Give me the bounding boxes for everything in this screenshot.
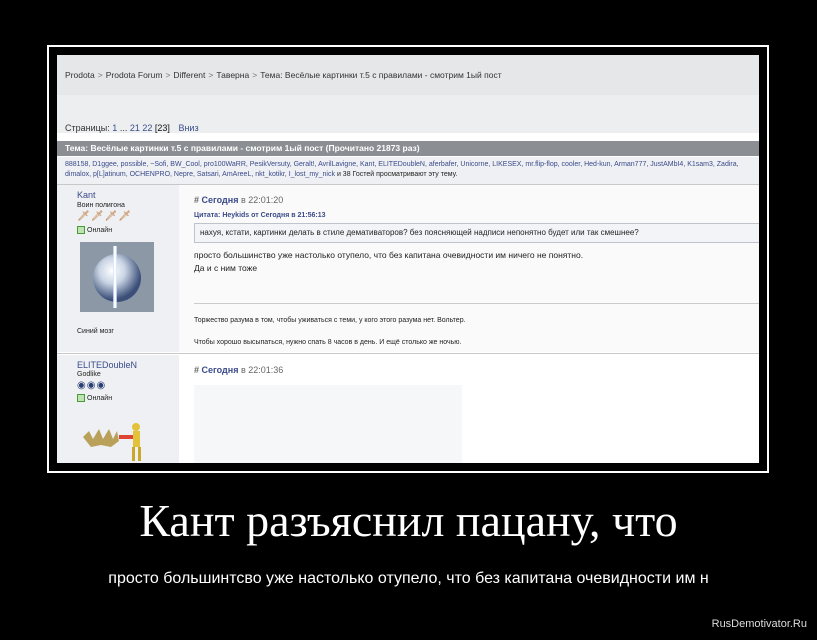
permalink-hash-icon[interactable]: # <box>194 365 199 375</box>
post-kant-user-label: Синий мозг <box>77 328 114 335</box>
breadcrumb-separator: > <box>252 70 258 80</box>
post-elitedoublen-rank: Godlike <box>77 371 101 378</box>
post-kant-body-line1: просто большинство уже настолько отупело… <box>194 250 584 260</box>
post-elitedoublen-image <box>194 385 462 463</box>
breadcrumb: Prodota > Prodota Forum > Different > Таверна >… <box>65 70 502 80</box>
page-link-21[interactable]: 21 <box>130 123 140 133</box>
breadcrumb-tavern[interactable]: Таверна <box>216 70 249 80</box>
pagination-label: Страницы: <box>65 123 110 133</box>
post-date-bold: Сегодня <box>201 195 239 205</box>
demotivator-frame: Prodota > Prodota Forum > Different > Таверна >… <box>47 45 769 473</box>
post-kant-header: # Сегодня в 22:01:20 <box>194 195 283 205</box>
caption-title: Кант разъяснил пацану, что <box>139 495 678 546</box>
hero-figure-icon <box>83 423 141 461</box>
online-label: Онлайн <box>87 394 113 402</box>
rank-stars-icon: ◉◉◉ <box>77 380 107 391</box>
post-kant-username[interactable]: Kant <box>77 190 96 200</box>
breadcrumb-forum[interactable]: Prodota Forum <box>106 70 163 80</box>
scroll-down-link[interactable]: Вниз <box>178 123 198 133</box>
viewer-count: и 38 Гостей просматривают эту тему. <box>336 171 458 178</box>
page-link-1[interactable]: 1 <box>112 123 117 133</box>
online-label: Онлайн <box>87 226 113 234</box>
breadcrumb-prodota[interactable]: Prodota <box>65 70 95 80</box>
post-date-bold: Сегодня <box>201 365 239 375</box>
site-watermark: RusDemotivator.Ru <box>711 618 807 630</box>
post-kant-online-status: Онлайн <box>77 226 112 234</box>
pagination: Страницы: 1 ... 21 22 [23] Вниз <box>65 123 199 133</box>
online-indicator-icon <box>77 226 85 234</box>
page-link-22[interactable]: 22 <box>142 123 152 133</box>
topic-title-bar: Тема: Весёлые картинки т.5 с правилами -… <box>57 141 759 156</box>
divider <box>57 353 759 354</box>
breadcrumb-different[interactable]: Different <box>173 70 205 80</box>
online-indicator-icon <box>77 394 85 402</box>
glass-sphere-icon <box>82 244 152 310</box>
signature-line2: Чтобы хорошо высыпаться, нужно спать 8 ч… <box>194 339 462 346</box>
caption-subtitle: просто большинтсво уже настолько отупело… <box>108 570 709 587</box>
permalink-hash-icon[interactable]: # <box>194 195 199 205</box>
post-elitedoublen-header: # Сегодня в 22:01:36 <box>194 365 283 375</box>
signature-line1: Торжество разума в том, чтобы уживаться … <box>194 317 466 324</box>
rank-stars-icon: 🗡🗡🗡🗡 <box>77 211 132 222</box>
forum-screenshot: Prodota > Prodota Forum > Different > Таверна >… <box>57 55 759 463</box>
breadcrumb-topic: Тема: Весёлые картинки т.5 с правилами -… <box>260 70 502 80</box>
post-time: в 22:01:20 <box>238 195 284 205</box>
post-elitedoublen-username[interactable]: ELITEDoubleN <box>77 360 137 370</box>
pagination-ellipsis: ... <box>119 123 128 133</box>
post-time: в 22:01:36 <box>238 365 284 375</box>
breadcrumb-separator: > <box>165 70 171 80</box>
post-kant-body-line2: Да и с ним тоже <box>194 263 258 273</box>
post-kant-rank: Воин полигона <box>77 202 125 209</box>
post-elitedoublen-online-status: Онлайн <box>77 394 112 402</box>
topic-viewers: 888158, D1ggee, possible, ~Sofi, BW_Cool… <box>57 157 759 184</box>
quote-block: нахуя, кстати, картинки делать в стиле д… <box>194 223 759 243</box>
quote-header[interactable]: Цитата: Heykids от Сегодня в 21:56:13 <box>194 212 326 219</box>
breadcrumb-separator: > <box>97 70 103 80</box>
signature-divider <box>194 303 759 304</box>
breadcrumb-separator: > <box>208 70 214 80</box>
post-kant-avatar[interactable] <box>80 242 154 312</box>
page-current: [23] <box>154 123 170 133</box>
post-elitedoublen-avatar[interactable] <box>81 417 151 463</box>
